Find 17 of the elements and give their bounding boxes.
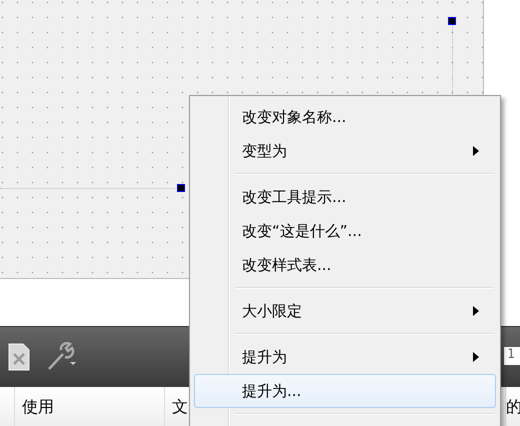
selection-handle[interactable] xyxy=(448,17,456,25)
wrench-icon[interactable] xyxy=(46,342,78,372)
menu-item[interactable]: 提升为 xyxy=(194,340,496,374)
submenu-arrow-icon xyxy=(473,352,479,362)
menu-item[interactable]: 改变样式表... xyxy=(194,248,496,282)
input-field[interactable]: 1 xyxy=(504,347,520,365)
submenu-arrow-icon xyxy=(473,146,479,156)
menu-item[interactable]: 提升为... xyxy=(194,374,496,408)
menu-item[interactable]: 改变对象名称... xyxy=(194,100,496,134)
menu-item[interactable]: 改变工具提示... xyxy=(194,180,496,214)
selection-handle[interactable] xyxy=(177,184,185,192)
menu-item[interactable]: 改变“这是什么”... xyxy=(194,214,496,248)
submenu-arrow-icon xyxy=(473,306,479,316)
column-header[interactable]: 使用 xyxy=(15,387,165,426)
delete-file-icon[interactable] xyxy=(8,343,30,371)
menu-item[interactable]: 变型为 xyxy=(194,134,496,168)
menu-item[interactable]: 大小限定 xyxy=(194,294,496,328)
